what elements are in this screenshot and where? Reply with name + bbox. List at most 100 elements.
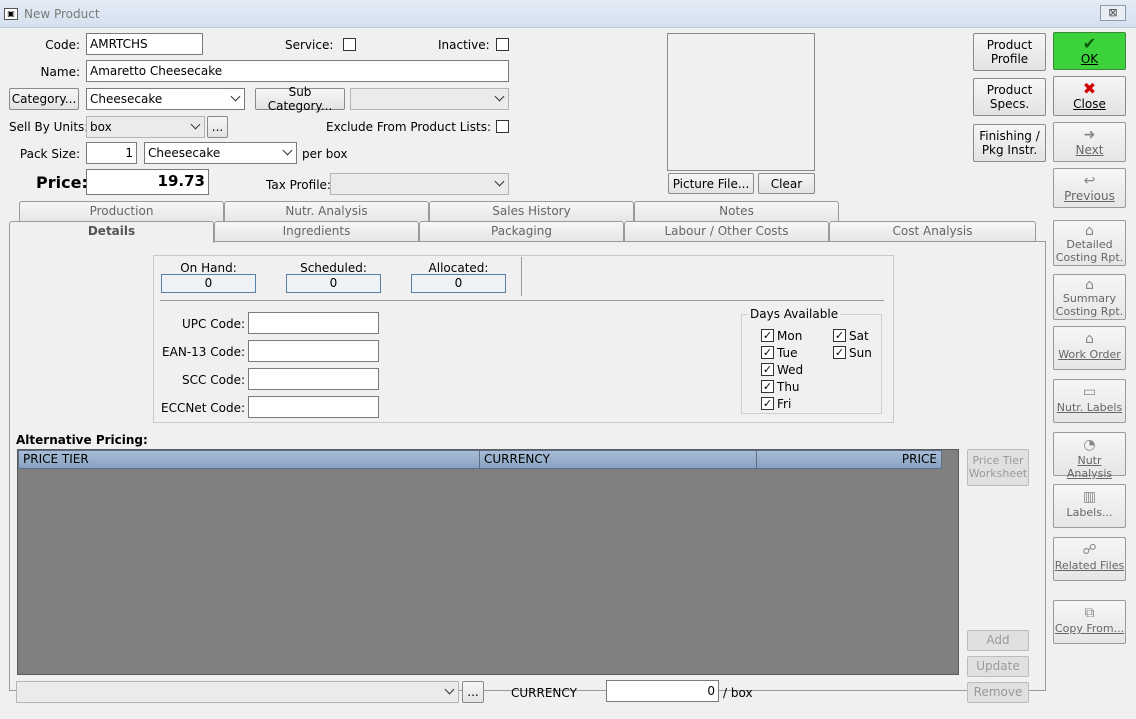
- ean13-input[interactable]: [248, 340, 379, 362]
- scc-label: SCC Code:: [182, 373, 245, 387]
- finishing-line1: Finishing /: [979, 129, 1040, 143]
- subcategory-button[interactable]: Sub Category...: [255, 85, 345, 113]
- price-input[interactable]: 19.73: [86, 169, 209, 195]
- nutr-labels-label: Nutr. Labels: [1056, 401, 1123, 414]
- mon-checkbox[interactable]: ✓: [761, 329, 774, 342]
- tab-notes[interactable]: Notes: [634, 201, 839, 221]
- service-checkbox[interactable]: [343, 38, 356, 51]
- subcategory-select[interactable]: [350, 88, 509, 110]
- sell-by-select[interactable]: box: [86, 116, 205, 138]
- tab-cost-analysis[interactable]: Cost Analysis: [829, 221, 1036, 241]
- detailed-costing-button[interactable]: ⌂ Detailed Costing Rpt.: [1053, 220, 1126, 266]
- tue-label: Tue: [777, 346, 798, 360]
- col-price[interactable]: PRICE: [756, 450, 942, 469]
- window-close-button[interactable]: ⊠: [1100, 5, 1126, 21]
- picture-file-button[interactable]: Picture File...: [668, 173, 754, 194]
- tab-nutr-analysis[interactable]: Nutr. Analysis: [224, 201, 429, 221]
- close-button[interactable]: ✖ Close: [1053, 76, 1126, 116]
- related-files-label: Related Files: [1054, 559, 1125, 572]
- col-currency[interactable]: CURRENCY: [479, 450, 757, 469]
- category-select[interactable]: Cheesecake: [86, 88, 245, 110]
- summary-line1: Summary: [1062, 292, 1117, 305]
- tab-details[interactable]: Details: [9, 221, 214, 243]
- thu-label: Thu: [777, 380, 800, 394]
- category-button[interactable]: Category...: [9, 88, 79, 110]
- related-files-button[interactable]: ☍ Related Files: [1053, 537, 1126, 581]
- wed-checkbox[interactable]: ✓: [761, 363, 774, 376]
- labels-label: Labels...: [1066, 506, 1113, 519]
- app-icon: ▣: [4, 8, 18, 20]
- scc-input[interactable]: [248, 368, 379, 390]
- update-button[interactable]: Update: [967, 656, 1029, 677]
- product-specs-button[interactable]: Product Specs.: [973, 78, 1046, 116]
- per-box-suffix: / box: [723, 686, 753, 700]
- upc-label: UPC Code:: [182, 317, 245, 331]
- mon-label: Mon: [777, 329, 803, 343]
- add-button[interactable]: Add: [967, 630, 1029, 651]
- worksheet-line2: Worksheet: [968, 467, 1028, 480]
- detailed-line1: Detailed: [1066, 238, 1113, 251]
- previous-button[interactable]: ↩ Previous: [1053, 168, 1126, 208]
- upc-input[interactable]: [248, 312, 379, 334]
- close-label: Close: [1073, 97, 1106, 111]
- remove-button[interactable]: Remove: [967, 682, 1029, 703]
- inactive-label: Inactive:: [438, 38, 490, 52]
- ok-button[interactable]: ✔ OK: [1053, 32, 1126, 70]
- work-order-button[interactable]: ⌂ Work Order: [1053, 326, 1126, 370]
- name-input[interactable]: Amaretto Cheesecake: [86, 60, 509, 82]
- code-input[interactable]: AMRTCHS: [86, 33, 203, 55]
- wed-label: Wed: [777, 363, 804, 377]
- tab-sales-history[interactable]: Sales History: [429, 201, 634, 221]
- sat-checkbox[interactable]: ✓: [833, 329, 846, 342]
- tab-labour-other-costs[interactable]: Labour / Other Costs: [624, 221, 829, 241]
- nutr-analysis-button[interactable]: ◔ Nutr Analysis: [1053, 432, 1126, 480]
- alt-pricing-grid[interactable]: [17, 449, 959, 675]
- col-price-tier[interactable]: PRICE TIER: [18, 450, 480, 469]
- ok-label: OK: [1080, 52, 1099, 66]
- fri-checkbox[interactable]: ✓: [761, 397, 774, 410]
- pack-unit-select[interactable]: Cheesecake: [144, 142, 297, 164]
- thu-checkbox[interactable]: ✓: [761, 380, 774, 393]
- finishing-line2: Pkg Instr.: [981, 143, 1038, 157]
- product-profile-button[interactable]: Product Profile: [973, 33, 1046, 71]
- price-tier-select[interactable]: [16, 681, 459, 703]
- alt-pricing-label: Alternative Pricing:: [16, 433, 148, 447]
- tab-ingredients[interactable]: Ingredients: [214, 221, 419, 241]
- scheduled-value: 0: [286, 274, 381, 293]
- pack-size-input[interactable]: 1: [86, 142, 137, 164]
- summary-costing-button[interactable]: ⌂ Summary Costing Rpt.: [1053, 274, 1126, 320]
- picture-clear-button[interactable]: Clear: [758, 173, 815, 194]
- report-icon: ⌂: [1085, 223, 1094, 239]
- pie-chart-icon: ◔: [1083, 437, 1096, 453]
- nutr-labels-button[interactable]: ▭ Nutr. Labels: [1053, 379, 1126, 423]
- price-tier-ellipsis-button[interactable]: ...: [462, 681, 484, 703]
- next-button[interactable]: ➜ Next: [1053, 122, 1126, 162]
- tue-checkbox[interactable]: ✓: [761, 346, 774, 359]
- tax-profile-select[interactable]: [330, 173, 509, 195]
- tab-production[interactable]: Production: [19, 201, 224, 221]
- window-title: New Product: [24, 7, 100, 21]
- work-order-label: Work Order: [1058, 348, 1121, 361]
- chevron-down-icon: [190, 119, 201, 130]
- sun-checkbox[interactable]: ✓: [833, 346, 846, 359]
- exclude-checkbox[interactable]: [496, 120, 509, 133]
- worksheet-line1: Price Tier: [972, 454, 1024, 467]
- amount-input[interactable]: 0: [606, 680, 719, 702]
- price-tier-worksheet-button[interactable]: Price Tier Worksheet: [967, 449, 1029, 486]
- finishing-button[interactable]: Finishing / Pkg Instr.: [973, 124, 1046, 162]
- eccnet-input[interactable]: [248, 396, 379, 418]
- product-specs-line2: Specs.: [989, 97, 1030, 111]
- per-box-label: per box: [302, 147, 348, 161]
- copy-from-button[interactable]: ⧉ Copy From...: [1053, 600, 1126, 644]
- product-profile-line2: Profile: [990, 52, 1029, 66]
- checkmark-icon: ✔: [1082, 34, 1097, 53]
- tab-packaging[interactable]: Packaging: [419, 221, 624, 241]
- eccnet-label: ECCNet Code:: [161, 401, 245, 415]
- barcode-icon: ▥: [1082, 489, 1097, 505]
- file-icon: ☍: [1082, 542, 1097, 558]
- label-icon: ▭: [1082, 384, 1097, 400]
- sell-by-ellipsis-button[interactable]: ...: [207, 116, 228, 138]
- inactive-checkbox[interactable]: [496, 38, 509, 51]
- product-specs-line1: Product: [986, 83, 1033, 97]
- labels-button[interactable]: ▥ Labels...: [1053, 484, 1126, 528]
